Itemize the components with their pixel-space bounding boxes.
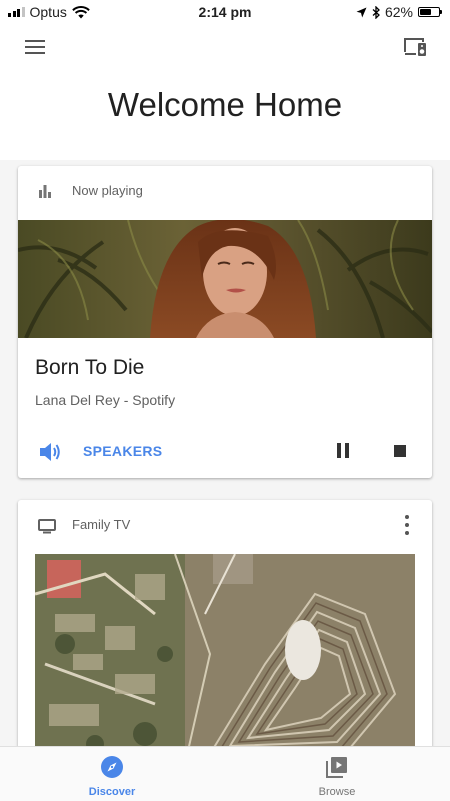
video-library-icon [326, 757, 347, 778]
speakers-output-button[interactable]: SPEAKERS [83, 443, 162, 459]
playback-controls: SPEAKERS [18, 436, 432, 468]
battery-percentage: 62% [384, 4, 413, 20]
nav-discover[interactable]: Discover [52, 747, 172, 801]
now-playing-header: Now playing [18, 166, 432, 218]
nav-browse-label: Browse [318, 786, 356, 798]
battery-level [420, 9, 432, 15]
pause-icon[interactable] [334, 441, 354, 461]
location-arrow-icon [356, 7, 367, 17]
family-tv-label: Family TV [72, 517, 131, 532]
nav-discover-label: Discover [88, 786, 136, 798]
track-title: Born To Die [35, 356, 145, 379]
now-playing-label: Now playing [72, 183, 143, 198]
album-art-image[interactable] [18, 220, 432, 338]
bluetooth-icon [372, 5, 380, 19]
devices-cast-icon[interactable] [402, 34, 428, 60]
tv-icon [38, 519, 56, 534]
speaker-volume-icon[interactable] [38, 441, 62, 463]
satellite-map-image[interactable] [35, 554, 415, 760]
page-title: Welcome Home [107, 86, 343, 123]
app-header: Welcome Home [0, 24, 450, 160]
battery-icon [418, 7, 442, 17]
nav-browse[interactable]: Browse [277, 747, 397, 801]
compass-icon [101, 756, 123, 778]
family-tv-card[interactable]: Family TV [18, 500, 432, 760]
family-tv-header: Family TV [18, 500, 432, 552]
bottom-navigation: Discover Browse [0, 746, 450, 801]
more-vert-icon[interactable] [402, 513, 412, 537]
status-bar: Optus 2:14 pm 62% [0, 0, 450, 24]
stop-icon[interactable] [394, 445, 406, 457]
track-artist-source: Lana Del Rey - Spotify [35, 392, 176, 408]
status-right: 62% [356, 4, 442, 20]
now-playing-card[interactable]: Now playing Born To Die Lana Del Rey - S… [18, 166, 432, 478]
equalizer-bars-icon [39, 185, 51, 198]
hamburger-menu-icon[interactable] [22, 34, 48, 60]
